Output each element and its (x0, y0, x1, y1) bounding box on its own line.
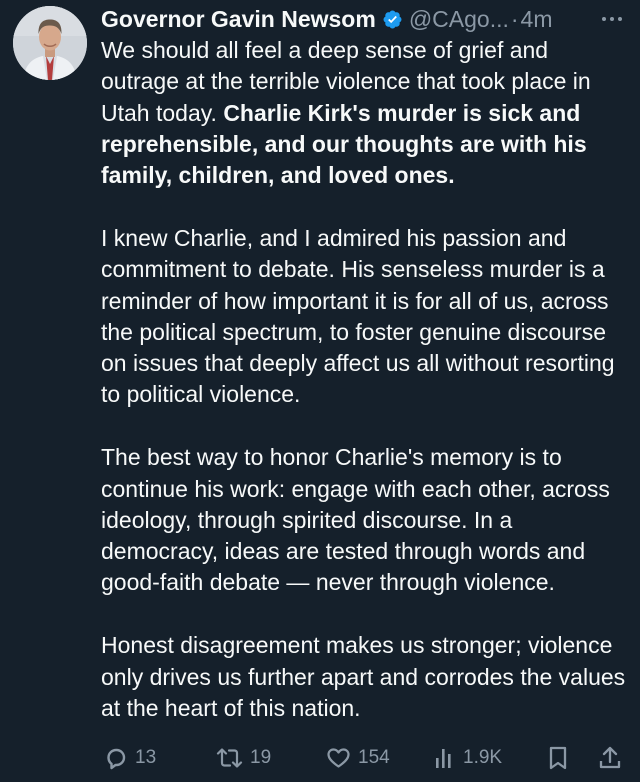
repost-icon (216, 748, 243, 768)
more-options-icon[interactable] (598, 4, 626, 34)
views-count: 1.9K (463, 747, 503, 768)
tweet-paragraph-2: I knew Charlie, and I admired his passio… (101, 224, 615, 408)
author-display-name[interactable]: Governor Gavin Newsom (101, 4, 376, 34)
share-icon (599, 746, 621, 769)
like-icon (327, 748, 350, 768)
tweet-paragraph-3: The best way to honor Charlie's memory i… (101, 444, 610, 596)
reply-count: 13 (135, 747, 157, 768)
verified-badge-icon (382, 9, 403, 30)
bookmark-icon (549, 746, 567, 770)
like-button[interactable]: 154 (326, 742, 390, 774)
reply-button[interactable]: 13 (104, 742, 156, 774)
like-count: 154 (358, 747, 390, 768)
separator-dot: · (510, 6, 519, 32)
reply-icon (107, 748, 126, 770)
avatar-photo (13, 6, 87, 80)
repost-count: 19 (250, 747, 272, 768)
tweet-paragraph-4: Honest disagreement makes us stronger; v… (101, 632, 626, 721)
tweet-paragraph-1: We should all feel a deep sense of grief… (101, 35, 631, 191)
tweet-actions: 13 19 154 1.9K (0, 742, 640, 774)
repost-button[interactable]: 19 (216, 742, 271, 774)
views-button[interactable]: 1.9K (434, 742, 502, 774)
avatar[interactable] (13, 6, 87, 80)
timestamp[interactable]: 4m (521, 4, 553, 34)
author-handle[interactable]: @CAgo... (409, 4, 509, 34)
share-button[interactable] (598, 742, 622, 774)
tweet-text: We should all feel a deep sense of grief… (101, 35, 631, 756)
tweet-header: Governor Gavin Newsom @CAgo... · 4m (101, 4, 626, 34)
bookmark-button[interactable] (548, 742, 568, 774)
views-icon (436, 749, 451, 768)
